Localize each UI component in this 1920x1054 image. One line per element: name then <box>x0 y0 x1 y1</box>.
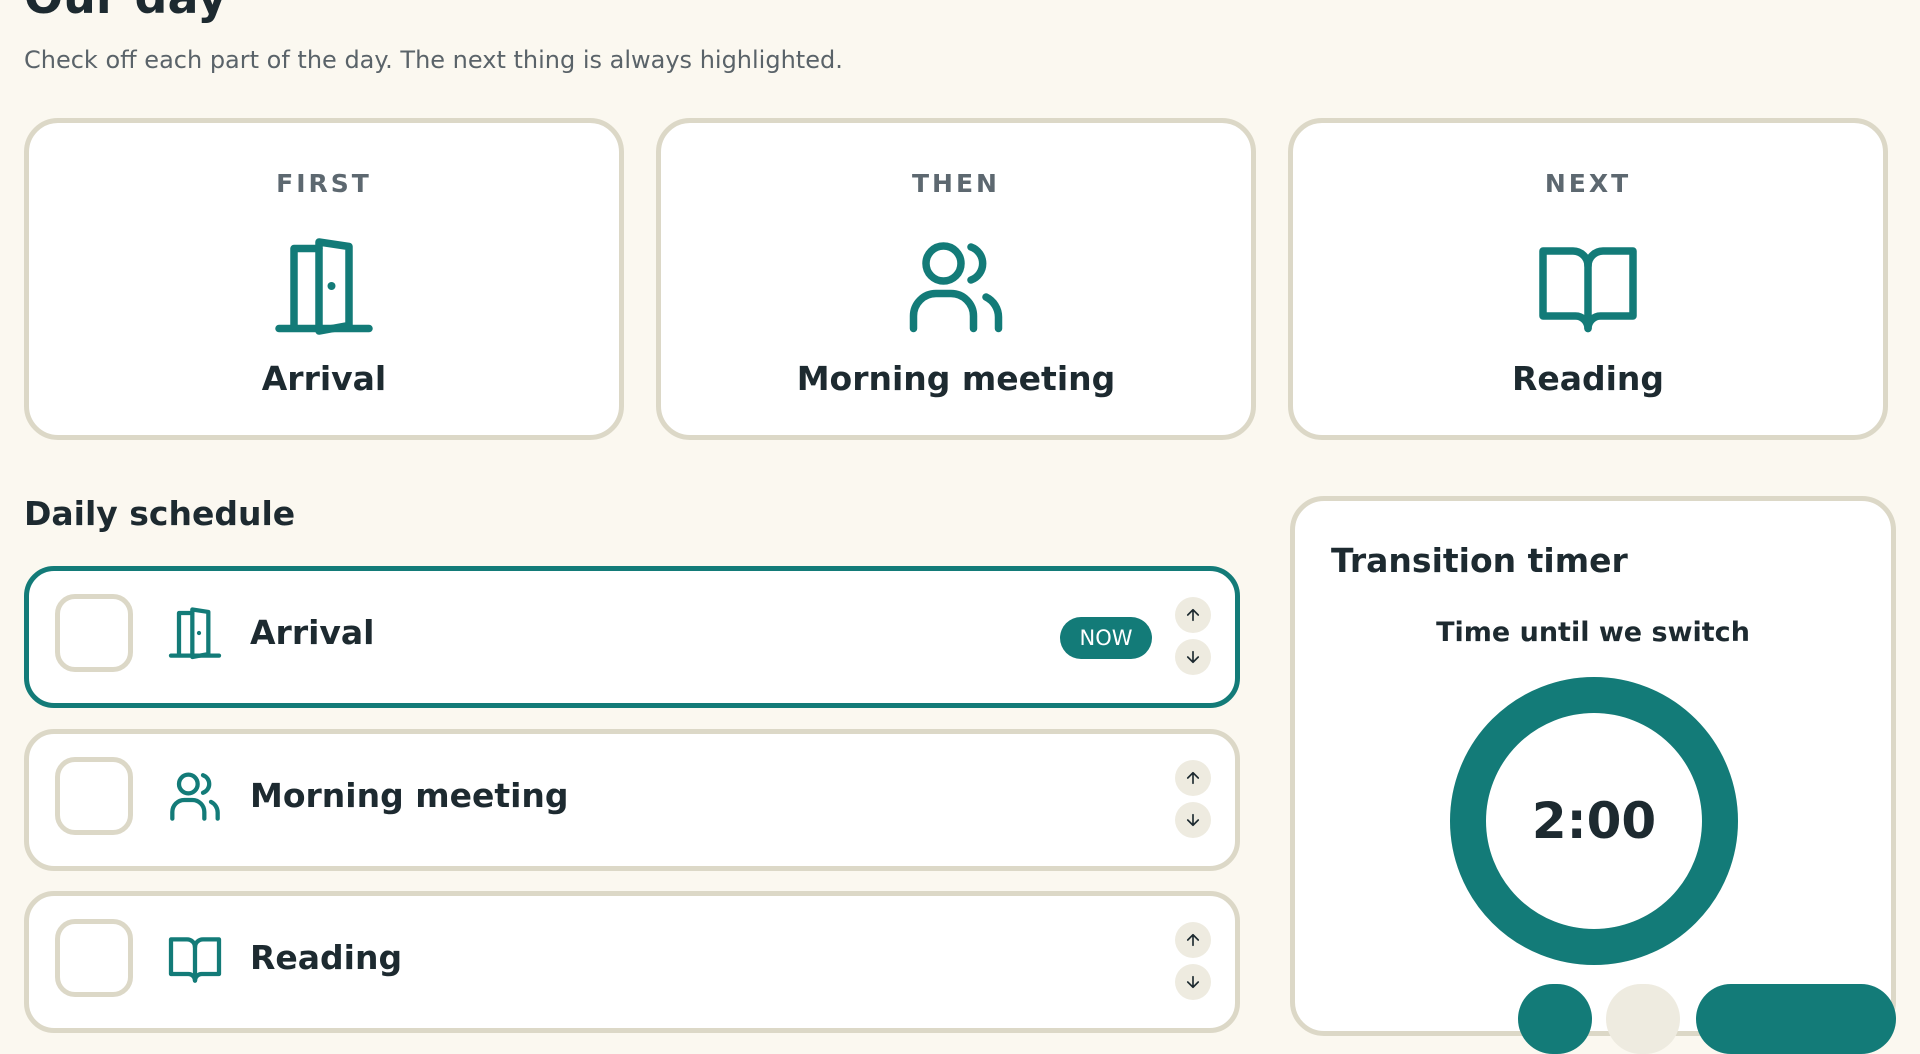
arrow-up-icon <box>1186 771 1200 785</box>
book-icon <box>1539 247 1637 333</box>
timer-display: 2:00 <box>1531 792 1657 850</box>
then-step-label: THEN <box>912 169 1000 198</box>
timer-start-button[interactable] <box>1696 984 1896 1054</box>
task-checkbox[interactable] <box>55 594 133 672</box>
arrow-down-icon <box>1186 813 1200 827</box>
door-icon <box>168 607 222 660</box>
move-up-button[interactable] <box>1175 597 1211 633</box>
page-title: Our day <box>24 0 227 24</box>
now-badge: NOW <box>1060 617 1152 659</box>
people-icon <box>909 242 1003 333</box>
people-icon <box>170 772 220 821</box>
move-up-button[interactable] <box>1175 760 1211 796</box>
timer-caption: Time until we switch <box>1436 617 1750 648</box>
page-subtitle: Check off each part of the day. The next… <box>24 46 843 74</box>
timer-reset-button[interactable] <box>1606 984 1680 1054</box>
schedule-title: Daily schedule <box>24 494 296 533</box>
move-down-button[interactable] <box>1175 639 1211 675</box>
next-activity-label: Reading <box>1511 359 1665 398</box>
task-checkbox[interactable] <box>55 919 133 997</box>
first-step-label: FIRST <box>276 169 372 198</box>
next-card: NEXT Reading <box>1288 118 1888 440</box>
move-up-button[interactable] <box>1175 922 1211 958</box>
timer-title: Transition timer <box>1331 541 1628 580</box>
task-label: Morning meeting <box>250 776 569 815</box>
first-activity-label: Arrival <box>261 359 387 398</box>
move-down-button[interactable] <box>1175 964 1211 1000</box>
arrow-down-icon <box>1186 650 1200 664</box>
task-checkbox[interactable] <box>55 757 133 835</box>
timer-decrease-button[interactable] <box>1518 984 1592 1054</box>
first-card: FIRST Arrival <box>24 118 624 440</box>
schedule-item-arrival[interactable]: Arrival NOW <box>24 566 1240 708</box>
timer-card: Transition timer Time until we switch 2:… <box>1290 496 1896 1054</box>
arrow-down-icon <box>1186 975 1200 989</box>
task-label: Reading <box>250 938 403 977</box>
door-icon <box>275 238 373 335</box>
arrow-up-icon <box>1186 608 1200 622</box>
book-icon <box>168 937 222 983</box>
task-label: Arrival <box>250 613 375 652</box>
schedule-item-reading[interactable]: Reading <box>24 891 1240 1033</box>
then-card: THEN Morning meeting <box>656 118 1256 440</box>
then-activity-label: Morning meeting <box>796 359 1116 398</box>
next-step-label: NEXT <box>1544 169 1632 198</box>
arrow-up-icon <box>1186 933 1200 947</box>
move-down-button[interactable] <box>1175 802 1211 838</box>
schedule-item-morning-meeting[interactable]: Morning meeting <box>24 729 1240 871</box>
